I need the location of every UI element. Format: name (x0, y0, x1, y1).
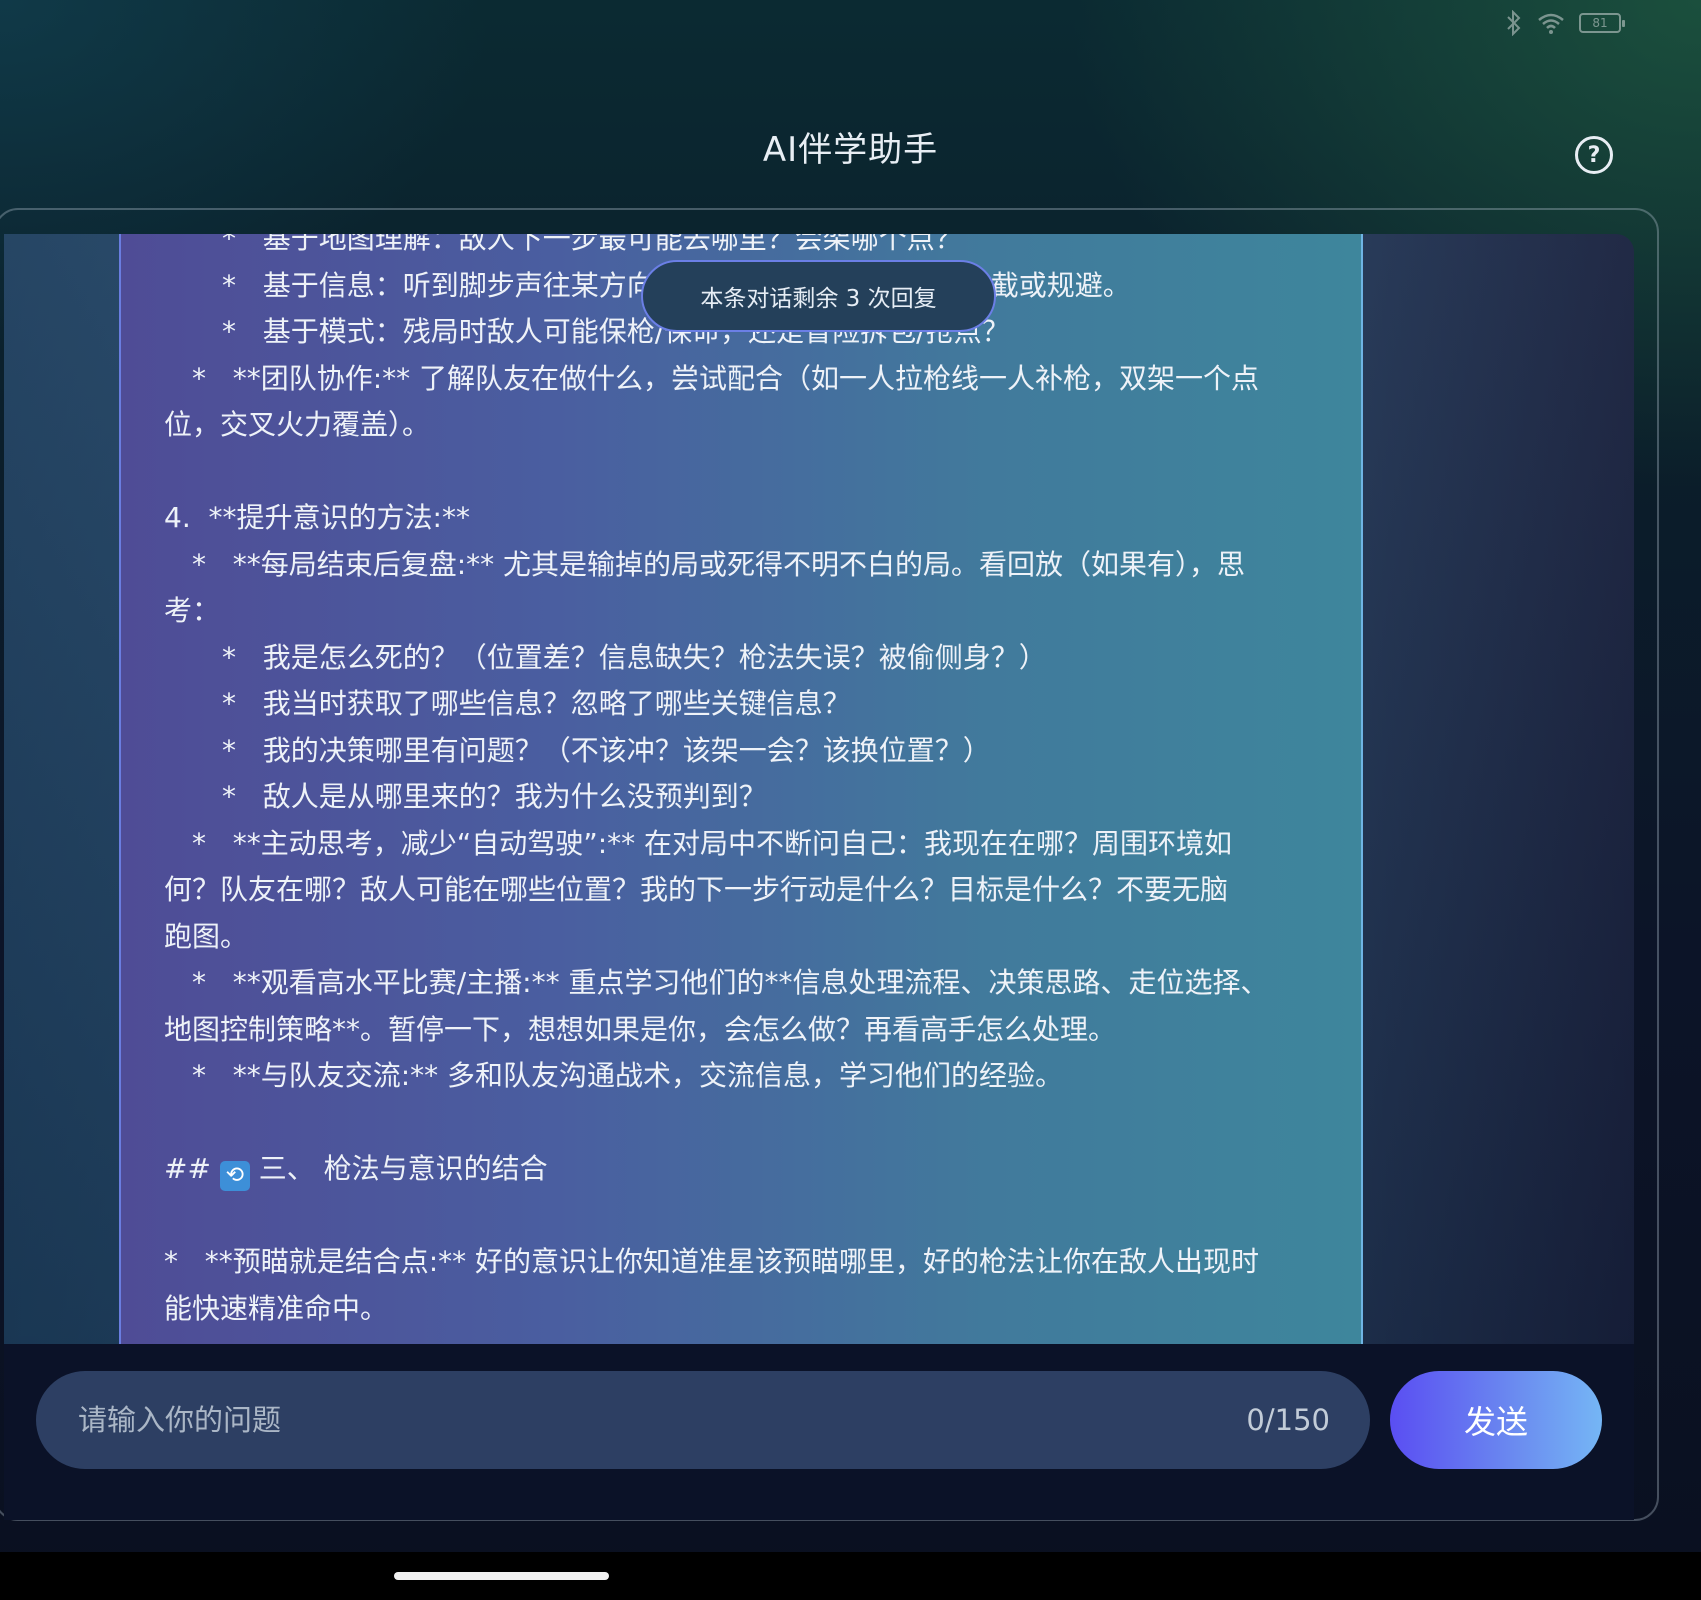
page-title: AI伴学助手 (762, 130, 939, 170)
repeat-icon: ⟲ (219, 1161, 250, 1191)
message-line: 位，交叉火力覆盖）。 (164, 408, 431, 441)
message-line: * 我当时获取了哪些信息？忽略了哪些关键信息？ (222, 687, 851, 720)
message-line: * **每局结束后复盘:** 尤其是输掉的局或死得不明不白的局。看回放（如果有）… (192, 547, 1246, 581)
message-line (164, 1193, 1339, 1240)
message-line: 何？队友在哪？敌人可能在哪些位置？我的下一步行动是什么？目标是什么？不要无脑 (164, 873, 1229, 906)
message-line: 跑图。 (164, 919, 249, 953)
assistant-message-bubble: * 基于地图理解：敌人下一步最可能去哪里？会架哪个点？* 基于信息：听到脚步声往… (119, 234, 1363, 1344)
message-line (164, 449, 1339, 496)
char-count: 0/150 (1246, 1403, 1330, 1437)
message-line: 4. **提升意识的方法:** (164, 501, 470, 534)
message-line: 地图控制策略**。暂停一下，想想如果是你，会怎么做？再看高手怎么处理。 (164, 1012, 1117, 1046)
message-line: ## ⟲ 三、 枪法与意识的结合 (164, 1146, 1339, 1193)
message-line: * **观看高水平比赛/主播:** 重点学习他们的**信息处理流程、决策思路、走… (192, 966, 1269, 999)
message-line: * 我是怎么死的？（位置差？信息缺失？枪法失误？被偷侧身？） (222, 640, 1047, 674)
question-input[interactable] (76, 1402, 1247, 1438)
status-bar: 81 (1505, 10, 1625, 36)
battery-level: 81 (1592, 16, 1608, 30)
message-line: * **与队友交流:** 多和队友沟通战术，交流信息，学习他们的经验。 (192, 1059, 1064, 1092)
message-line: * 我的决策哪里有问题？（不该冲？该架一会？该换位置？） (222, 733, 991, 767)
message-line: * **团队协作:** 了解队友在做什么，尝试配合（如一人拉枪线一人补枪，双架一… (192, 361, 1260, 395)
battery-icon: 81 (1579, 13, 1625, 33)
wifi-icon (1537, 12, 1565, 34)
send-button[interactable]: 发送 (1390, 1371, 1602, 1469)
remaining-replies-toast: 本条对话剩余 3 次回复 (641, 260, 996, 332)
help-circle-icon[interactable]: ? (1575, 136, 1613, 174)
bluetooth-icon (1505, 10, 1523, 36)
question-input-container[interactable]: 0/150 (36, 1371, 1370, 1469)
message-line: * **预瞄就是结合点:** 好的意识让你知道准星该预瞄哪里，好的枪法让你在敌人… (164, 1245, 1260, 1278)
navigation-bar (0, 1552, 1701, 1600)
message-line: 考： (164, 594, 221, 627)
message-line: * 基于地图理解：敌人下一步最可能去哪里？会架哪个点？ (222, 234, 963, 255)
message-line: 能快速精准命中。 (164, 1291, 389, 1325)
assistant-message-text: * 基于地图理解：敌人下一步最可能去哪里？会架哪个点？* 基于信息：听到脚步声往… (164, 234, 1339, 1332)
help-glyph: ? (1587, 142, 1601, 168)
message-line: * 敌人是从哪里来的？我为什么没预判到？ (222, 780, 767, 813)
home-indicator[interactable] (394, 1572, 609, 1580)
message-line: * **主动思考，减少“自动驾驶”:** 在对局中不断问自己：我现在在哪？周围环… (192, 826, 1233, 860)
chat-scroll-area[interactable]: * 基于地图理解：敌人下一步最可能去哪里？会架哪个点？* 基于信息：听到脚步声往… (4, 234, 1634, 1344)
toast-text: 本条对话剩余 3 次回复 (700, 286, 937, 312)
message-line (164, 1100, 1339, 1147)
